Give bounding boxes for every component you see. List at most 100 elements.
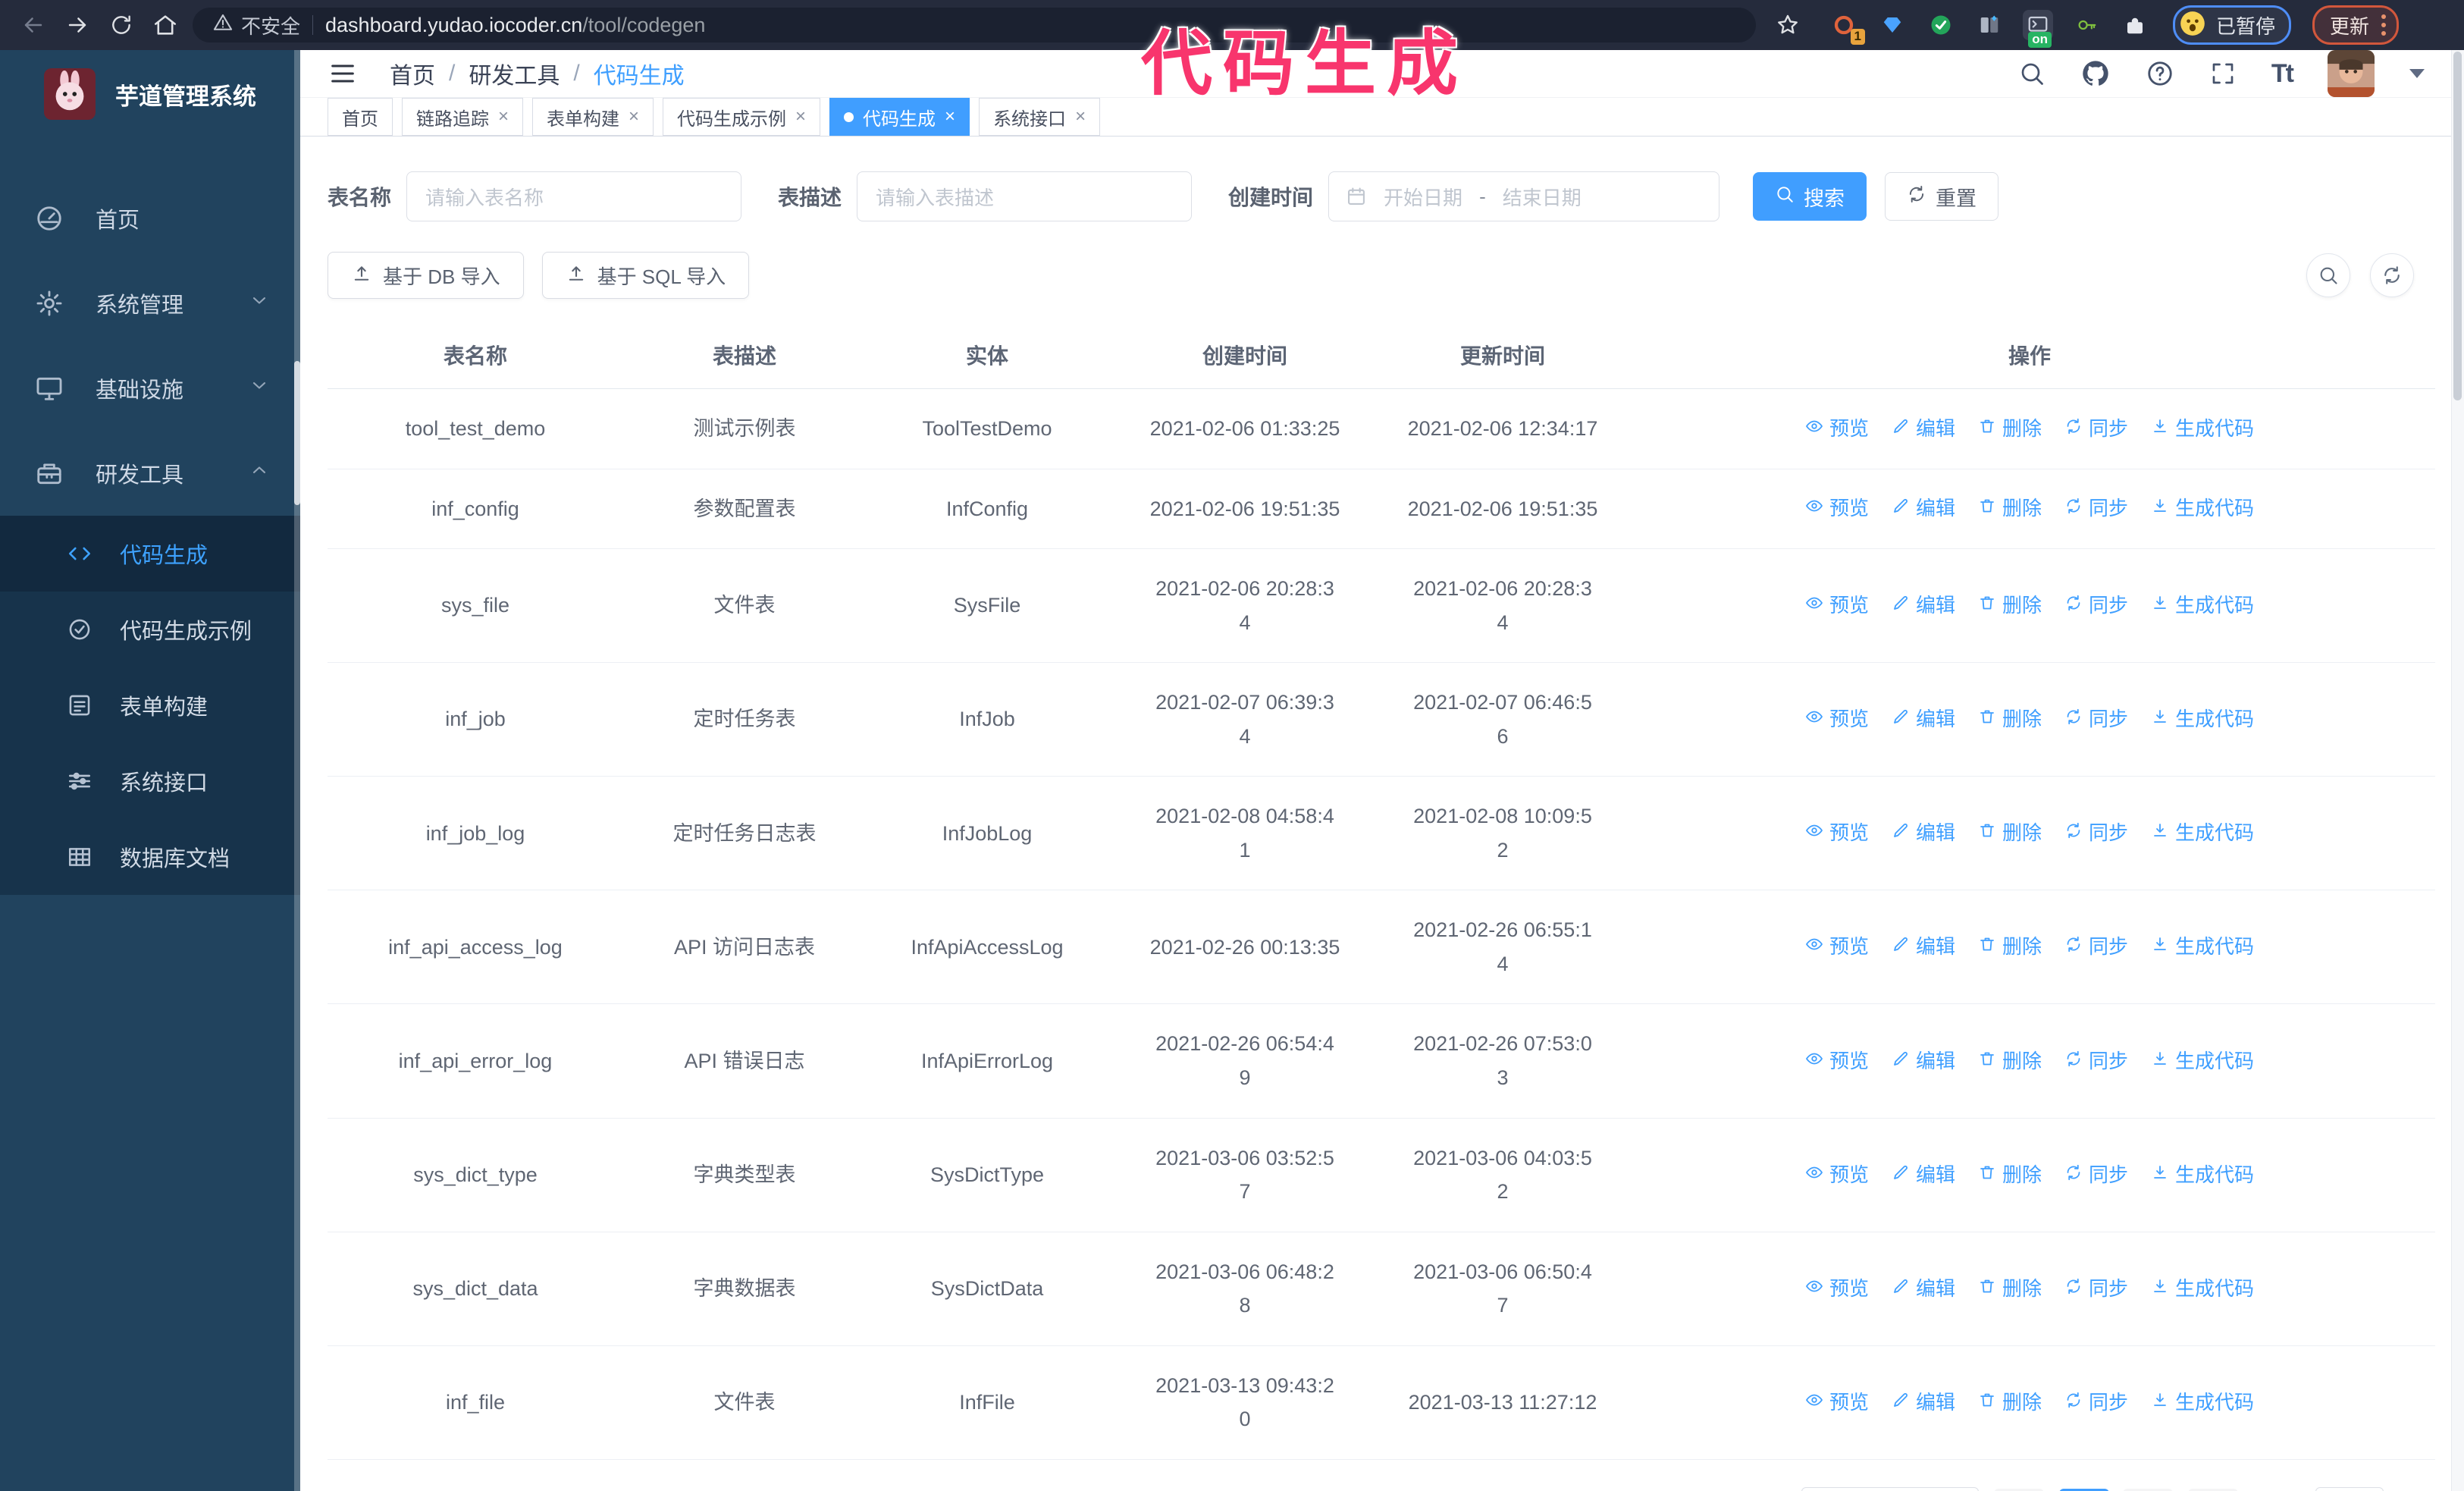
- import-db-button[interactable]: 基于 DB 导入: [328, 252, 524, 299]
- search-button[interactable]: 搜索: [1753, 172, 1867, 221]
- action-delete[interactable]: 删除: [1978, 589, 2042, 622]
- user-avatar[interactable]: [2328, 50, 2375, 97]
- breadcrumb-item-2[interactable]: 研发工具: [469, 57, 560, 90]
- action-delete[interactable]: 删除: [1978, 1386, 2042, 1419]
- action-edit[interactable]: 编辑: [1892, 413, 1955, 445]
- breadcrumb-item-1[interactable]: 首页: [390, 57, 435, 90]
- action-edit[interactable]: 编辑: [1892, 1159, 1955, 1191]
- action-sync[interactable]: 同步: [2064, 1159, 2128, 1191]
- tab-6[interactable]: 系统接口 ×: [979, 98, 1101, 136]
- action-eye[interactable]: 预览: [1805, 1159, 1869, 1191]
- action-edit[interactable]: 编辑: [1892, 703, 1955, 736]
- close-icon[interactable]: ×: [795, 108, 806, 126]
- action-download[interactable]: 生成代码: [2151, 492, 2254, 525]
- action-download[interactable]: 生成代码: [2151, 589, 2254, 622]
- refresh-table-button[interactable]: [2370, 253, 2414, 297]
- action-download[interactable]: 生成代码: [2151, 1045, 2254, 1078]
- app-logo[interactable]: 芋道管理系统: [0, 50, 300, 138]
- sidebar-item-1[interactable]: 首页: [0, 176, 300, 261]
- avatar-caret-down-icon[interactable]: [2409, 69, 2425, 78]
- tab-2[interactable]: 链路追踪 ×: [402, 98, 524, 136]
- goto-page-input[interactable]: [2315, 1486, 2384, 1491]
- action-delete[interactable]: 删除: [1978, 492, 2042, 525]
- action-eye[interactable]: 预览: [1805, 589, 1869, 622]
- action-delete[interactable]: 删除: [1978, 931, 2042, 963]
- date-range-picker[interactable]: 开始日期 - 结束日期: [1328, 171, 1720, 221]
- key-icon[interactable]: [2071, 10, 2102, 40]
- action-eye[interactable]: 预览: [1805, 817, 1869, 849]
- panels-icon[interactable]: [1974, 10, 2005, 40]
- help-icon[interactable]: [2146, 59, 2174, 88]
- import-sql-button[interactable]: 基于 SQL 导入: [541, 252, 750, 299]
- action-edit[interactable]: 编辑: [1892, 1386, 1955, 1419]
- action-download[interactable]: 生成代码: [2151, 1386, 2254, 1419]
- sidebar-scrollbar[interactable]: [294, 50, 300, 1491]
- search-icon[interactable]: [2018, 60, 2045, 87]
- action-sync[interactable]: 同步: [2064, 492, 2128, 525]
- action-download[interactable]: 生成代码: [2151, 703, 2254, 736]
- action-eye[interactable]: 预览: [1805, 1273, 1869, 1305]
- sidebar-item-4[interactable]: 研发工具: [0, 431, 300, 516]
- action-download[interactable]: 生成代码: [2151, 931, 2254, 963]
- close-icon[interactable]: ×: [498, 108, 509, 126]
- close-icon[interactable]: ×: [1075, 108, 1086, 126]
- sidebar-subitem-5[interactable]: 数据库文档: [0, 819, 300, 895]
- action-sync[interactable]: 同步: [2064, 1386, 2128, 1419]
- action-delete[interactable]: 删除: [1978, 1273, 2042, 1305]
- action-sync[interactable]: 同步: [2064, 817, 2128, 849]
- sidebar-item-2[interactable]: 系统管理: [0, 261, 300, 346]
- action-delete[interactable]: 删除: [1978, 1159, 2042, 1191]
- action-download[interactable]: 生成代码: [2151, 413, 2254, 445]
- action-eye[interactable]: 预览: [1805, 703, 1869, 736]
- action-delete[interactable]: 删除: [1978, 1045, 2042, 1078]
- action-edit[interactable]: 编辑: [1892, 492, 1955, 525]
- action-eye[interactable]: 预览: [1805, 492, 1869, 525]
- action-eye[interactable]: 预览: [1805, 931, 1869, 963]
- tab-4[interactable]: 代码生成示例 ×: [663, 98, 821, 136]
- check-circle-icon[interactable]: [1926, 10, 1956, 40]
- tab-3[interactable]: 表单构建 ×: [532, 98, 654, 136]
- action-delete[interactable]: 删除: [1978, 413, 2042, 445]
- url-text[interactable]: dashboard.yudao.iocoder.cn/tool/codegen: [325, 14, 705, 37]
- fullscreen-icon[interactable]: [2209, 60, 2237, 87]
- reload-icon[interactable]: [105, 8, 138, 42]
- page-size-select[interactable]: 10条/页: [1801, 1486, 1979, 1491]
- action-sync[interactable]: 同步: [2064, 1273, 2128, 1305]
- reset-button[interactable]: 重置: [1885, 172, 1999, 221]
- browser-menu-icon[interactable]: [2381, 14, 2387, 36]
- action-eye[interactable]: 预览: [1805, 413, 1869, 445]
- sidebar-toggle-icon[interactable]: [328, 58, 358, 89]
- address-bar[interactable]: 不安全 dashboard.yudao.iocoder.cn/tool/code…: [193, 8, 1756, 42]
- browser-update-button[interactable]: 更新: [2312, 5, 2400, 45]
- sidebar-subitem-3[interactable]: 表单构建: [0, 667, 300, 743]
- puzzle-icon[interactable]: [2120, 10, 2150, 40]
- action-delete[interactable]: 删除: [1978, 703, 2042, 736]
- close-icon[interactable]: ×: [945, 108, 955, 126]
- action-sync[interactable]: 同步: [2064, 413, 2128, 445]
- action-download[interactable]: 生成代码: [2151, 1273, 2254, 1305]
- action-sync[interactable]: 同步: [2064, 1045, 2128, 1078]
- terminal-icon[interactable]: on: [2023, 10, 2053, 48]
- close-icon[interactable]: ×: [629, 108, 639, 126]
- text-size-icon[interactable]: Tt: [2271, 59, 2294, 89]
- action-sync[interactable]: 同步: [2064, 703, 2128, 736]
- sidebar-subitem-4[interactable]: 系统接口: [0, 743, 300, 819]
- action-eye[interactable]: 预览: [1805, 1045, 1869, 1078]
- browser-profile-chip[interactable]: 已暂停: [2173, 5, 2292, 45]
- orange-ring-icon[interactable]: 1: [1829, 10, 1865, 45]
- home-icon[interactable]: [149, 8, 182, 42]
- action-edit[interactable]: 编辑: [1892, 817, 1955, 849]
- action-edit[interactable]: 编辑: [1892, 1273, 1955, 1305]
- sidebar-item-3[interactable]: 基础设施: [0, 346, 300, 431]
- action-download[interactable]: 生成代码: [2151, 1159, 2254, 1191]
- action-edit[interactable]: 编辑: [1892, 931, 1955, 963]
- page-scrollbar[interactable]: [2451, 50, 2464, 1491]
- action-download[interactable]: 生成代码: [2151, 817, 2254, 849]
- sidebar-subitem-1[interactable]: 代码生成: [0, 516, 300, 592]
- tab-5[interactable]: 代码生成 ×: [829, 98, 970, 136]
- forward-icon[interactable]: [61, 8, 94, 42]
- security-warning[interactable]: 不安全: [212, 11, 300, 39]
- gem-icon[interactable]: [1877, 10, 1908, 40]
- back-icon[interactable]: [17, 8, 50, 42]
- action-edit[interactable]: 编辑: [1892, 1045, 1955, 1078]
